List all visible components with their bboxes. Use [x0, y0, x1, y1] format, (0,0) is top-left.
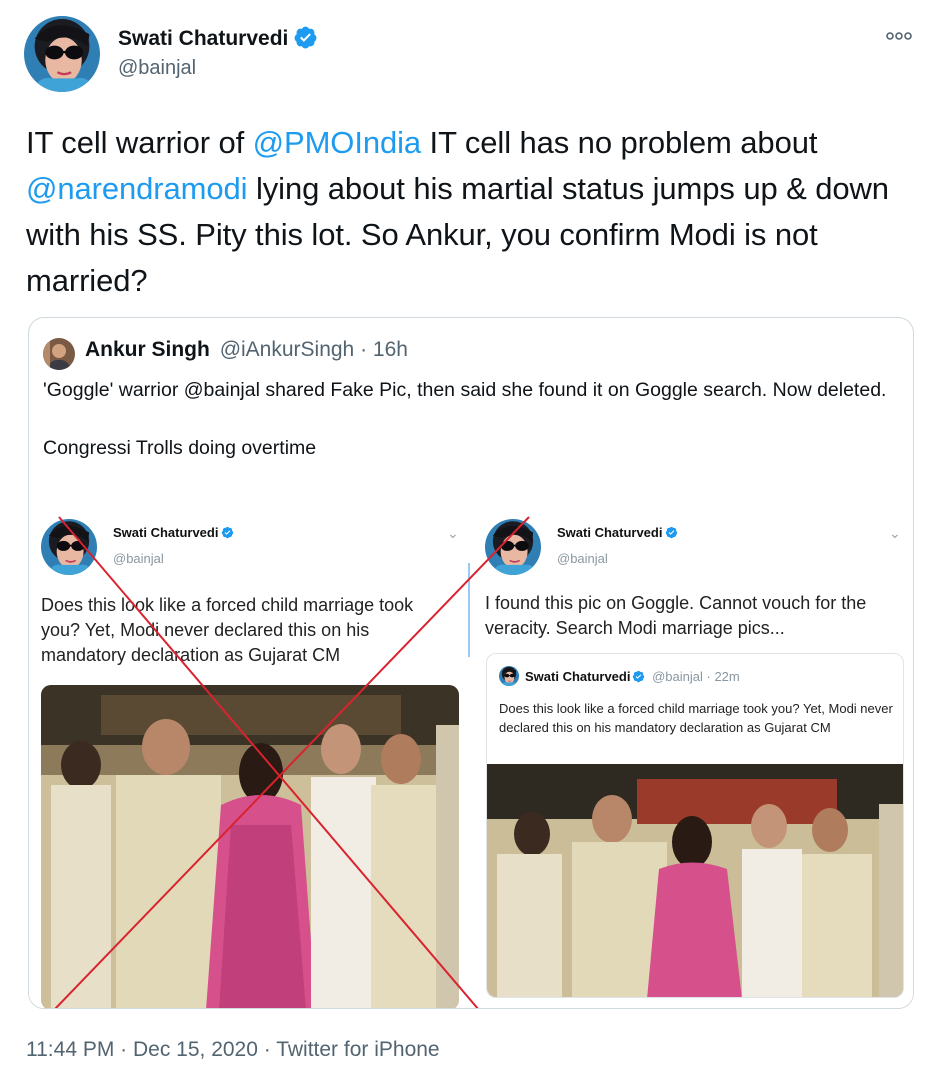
verified-badge-icon	[632, 670, 645, 683]
chevron-down-icon: ⌄	[447, 525, 459, 541]
quoted-media-image[interactable]: Swati Chaturvedi @bainjal ⌄ Does this lo…	[29, 511, 913, 1008]
embedded-inner-meta: @bainjal · 22m	[652, 669, 740, 684]
embedded-inner-quote: Swati Chaturvedi @bainjal · 22m Does thi…	[486, 653, 904, 998]
embedded-avatar	[41, 519, 97, 575]
tweet-timestamp[interactable]: 11:44 PM · Dec 15, 2020 · Twitter for iP…	[26, 1038, 440, 1062]
embedded-avatar	[485, 519, 541, 575]
mention-link-narendramodi[interactable]: @narendramodi	[26, 171, 248, 206]
more-dots-icon[interactable]	[886, 28, 912, 44]
embedded-avatar	[499, 666, 519, 686]
tweet-text-part: IT cell warrior of	[26, 125, 253, 160]
quoted-author-handle: @iAnkurSingh · 16h	[220, 338, 408, 361]
embedded-screenshot-right: Swati Chaturvedi @bainjal ⌄ I found this…	[473, 511, 913, 1008]
verified-badge-icon	[221, 526, 234, 539]
embedded-inner-age: · 22m	[706, 669, 740, 684]
embedded-name: Swati Chaturvedi	[113, 525, 234, 540]
embedded-inner-text: Does this look like a forced child marri…	[499, 701, 893, 735]
verified-badge-icon	[665, 526, 678, 539]
author-avatar[interactable]	[24, 16, 100, 92]
mention-link-pmoindia[interactable]: @PMOIndia	[253, 125, 422, 160]
verified-badge-icon	[293, 25, 318, 50]
tweet-text: IT cell warrior of @PMOIndia IT cell has…	[26, 120, 906, 304]
embedded-name: Swati Chaturvedi	[557, 525, 678, 540]
wedding-photo	[41, 685, 459, 1008]
tweet-text-part: IT cell has no problem about	[421, 125, 818, 160]
divider	[468, 563, 470, 657]
author-handle[interactable]: @bainjal	[118, 57, 196, 80]
embedded-text: I found this pic on Goggle. Cannot vouch…	[485, 593, 867, 638]
embedded-inner-handle: @bainjal	[652, 669, 703, 684]
embedded-inner-name-text: Swati Chaturvedi	[525, 669, 631, 684]
wedding-photo	[487, 764, 903, 997]
embedded-screenshot-left: Swati Chaturvedi @bainjal ⌄ Does this lo…	[29, 511, 469, 1008]
quoted-tweet-text: 'Goggle' warrior @bainjal shared Fake Pi…	[43, 376, 893, 463]
author-name-text: Swati Chaturvedi	[118, 27, 289, 50]
quoted-text-line: 'Goggle' warrior @bainjal shared Fake Pi…	[43, 379, 887, 401]
quoted-tweet-card[interactable]: Ankur Singh @iAnkurSingh · 16h 'Goggle' …	[28, 317, 914, 1009]
chevron-down-icon: ⌄	[889, 525, 901, 541]
quoted-author-name: Ankur Singh	[85, 338, 210, 361]
quoted-age: · 16h	[360, 338, 408, 361]
quoted-tweet-header: Ankur Singh @iAnkurSingh · 16h	[85, 338, 408, 362]
quoted-handle-text: @iAnkurSingh	[219, 338, 355, 361]
embedded-inner-name: Swati Chaturvedi	[525, 669, 645, 684]
embedded-name-text: Swati Chaturvedi	[113, 525, 219, 540]
quoted-text-line: Congressi Trolls doing overtime	[43, 437, 317, 459]
embedded-text: Does this look like a forced child marri…	[41, 595, 414, 665]
author-name[interactable]: Swati Chaturvedi	[118, 27, 318, 51]
embedded-handle: @bainjal	[557, 551, 608, 566]
embedded-handle: @bainjal	[113, 551, 164, 566]
quoted-author-avatar	[43, 338, 75, 370]
embedded-name-text: Swati Chaturvedi	[557, 525, 663, 540]
embedded-inner-header: Swati Chaturvedi @bainjal · 22m	[525, 669, 740, 684]
